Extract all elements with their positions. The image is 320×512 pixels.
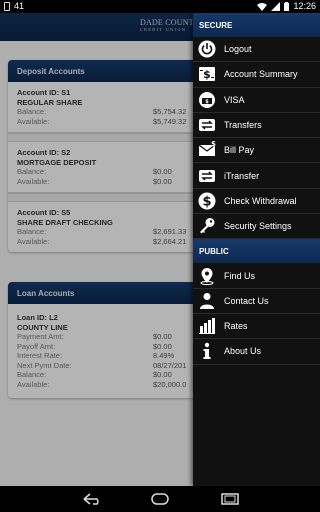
menu-item-label: iTransfer (224, 170, 260, 181)
menu-item-visa[interactable]: $ VISA (193, 88, 320, 113)
bar-chart-icon (196, 316, 218, 336)
account-row[interactable]: Account ID: S2 MORTGAGE DEPOSIT Balance:… (8, 142, 218, 193)
interest-rate-value: 8.49% (153, 351, 175, 360)
available-label: Available: (17, 236, 50, 246)
loan-accounts-header: Loan Accounts (8, 282, 218, 304)
menu-item-label: Contact Us (224, 295, 269, 306)
status-bar: 41 12:26 (0, 0, 320, 13)
balance-value: $0.00 (153, 167, 172, 176)
public-section-header: PUBLIC (193, 239, 320, 264)
balance-value: $2,691.33 (153, 227, 187, 236)
deposit-accounts-header: Deposit Accounts (8, 60, 218, 82)
transfer-arrows-icon (196, 115, 218, 135)
menu-item-label: Account Summary (224, 69, 298, 80)
balance-label: Balance: (17, 107, 47, 116)
menu-item-label: Logout (224, 44, 252, 55)
system-navigation-bar (0, 486, 320, 512)
account-id: Account ID: S2 (17, 148, 71, 157)
loan-available-value: $20,000.0 (153, 379, 187, 389)
svg-text:$: $ (211, 141, 216, 148)
menu-item-label: Find Us (224, 270, 256, 281)
loan-row[interactable]: Loan ID: L2 COUNTY LINE Payment Amt: $0.0… (8, 304, 218, 398)
interest-rate-label: Interest Rate: (17, 351, 63, 360)
separator (8, 133, 218, 142)
loan-name: COUNTY LINE (17, 322, 68, 332)
recent-apps-icon[interactable] (220, 492, 240, 511)
battery-icon (284, 1, 290, 11)
navigation-drawer: SECURE Logout $ Account Summary $ VISA T… (193, 13, 320, 486)
menu-item-itransfer[interactable]: iTransfer (193, 163, 320, 189)
clock: 12:26 (293, 1, 316, 11)
loan-available-label: Available: (17, 379, 50, 389)
account-name: SHARE DRAFT CHECKING (17, 217, 113, 227)
menu-item-find-us[interactable]: Find Us (193, 263, 320, 289)
payoff-amount-label: Payoff Amt: (17, 341, 56, 351)
svg-text:$: $ (205, 99, 209, 105)
notification-count: 41 (14, 1, 25, 11)
balance-value: $5,754.32 (153, 107, 187, 116)
available-value: $5,749.32 (153, 116, 187, 126)
menu-item-label: Rates (224, 321, 248, 332)
payment-amount-value: $0.00 (153, 332, 172, 341)
available-label: Available: (17, 176, 50, 186)
loan-accounts-card: Loan Accounts Loan ID: L2 COUNTY LINE Pa… (8, 282, 218, 398)
bill-envelope-icon: $ (196, 140, 218, 160)
menu-item-transfers[interactable]: Transfers (193, 113, 320, 139)
available-value: $0.00 (153, 176, 172, 186)
signal-icon (271, 1, 281, 11)
available-label: Available: (17, 116, 50, 126)
contact-icon (196, 291, 218, 311)
account-row[interactable]: Account ID: S1 REGULAR SHARE Balance: $5,… (8, 82, 218, 133)
menu-item-account-summary[interactable]: $ Account Summary (193, 62, 320, 88)
dollar-coin-icon: $ (196, 191, 218, 211)
power-icon (196, 39, 218, 59)
deposit-accounts-card: Deposit Accounts Account ID: S1 REGULAR … (8, 60, 218, 252)
itransfer-icon (196, 166, 218, 186)
menu-item-security-settings[interactable]: Security Settings (193, 214, 320, 240)
visa-card-icon: $ (196, 90, 218, 110)
map-pin-icon (196, 266, 218, 286)
account-row[interactable]: Account ID: S5 SHARE DRAFT CHECKING Bala… (8, 202, 218, 252)
back-icon[interactable] (82, 492, 102, 511)
menu-item-about-us[interactable]: About Us (193, 339, 320, 365)
balance-label: Balance: (17, 167, 47, 176)
menu-item-label: Check Withdrawal (224, 195, 297, 206)
next-payment-date-value: 08/27/201 (153, 360, 187, 370)
wifi-icon (257, 2, 268, 11)
payoff-amount-value: $0.00 (153, 341, 172, 351)
available-value: $2,664.21 (153, 236, 187, 246)
menu-item-contact-us[interactable]: Contact Us (193, 289, 320, 314)
menu-item-label: VISA (224, 94, 245, 105)
account-name: MORTGAGE DEPOSIT (17, 157, 97, 167)
menu-item-label: Transfers (224, 120, 262, 131)
menu-item-check-withdrawal[interactable]: $ Check Withdrawal (193, 189, 320, 215)
secure-section-header: SECURE (193, 13, 320, 37)
sim-card-icon (4, 1, 10, 11)
home-icon[interactable] (150, 492, 170, 511)
menu-item-rates[interactable]: Rates (193, 314, 320, 340)
account-id: Account ID: S1 (17, 88, 71, 97)
menu-item-bill-pay[interactable]: $ Bill Pay (193, 138, 320, 164)
menu-item-logout[interactable]: Logout (193, 37, 320, 63)
account-name: REGULAR SHARE (17, 97, 83, 107)
loan-balance-label: Balance: (17, 370, 47, 379)
menu-item-label: About Us (224, 346, 262, 357)
menu-item-label: Security Settings (224, 221, 292, 232)
key-icon (196, 216, 218, 236)
svg-text:$: $ (203, 68, 211, 81)
money-icon: $ (196, 64, 218, 84)
loan-id: Loan ID: L2 (17, 313, 58, 322)
balance-label: Balance: (17, 227, 47, 236)
payment-amount-label: Payment Amt: (17, 332, 64, 341)
menu-item-label: Bill Pay (224, 145, 255, 156)
svg-text:$: $ (202, 194, 211, 209)
separator (8, 193, 218, 202)
account-id: Account ID: S5 (17, 208, 71, 217)
loan-balance-value: $0.00 (153, 370, 172, 379)
info-icon (196, 341, 218, 361)
next-payment-date-label: Next Pymt Date: (17, 360, 72, 370)
